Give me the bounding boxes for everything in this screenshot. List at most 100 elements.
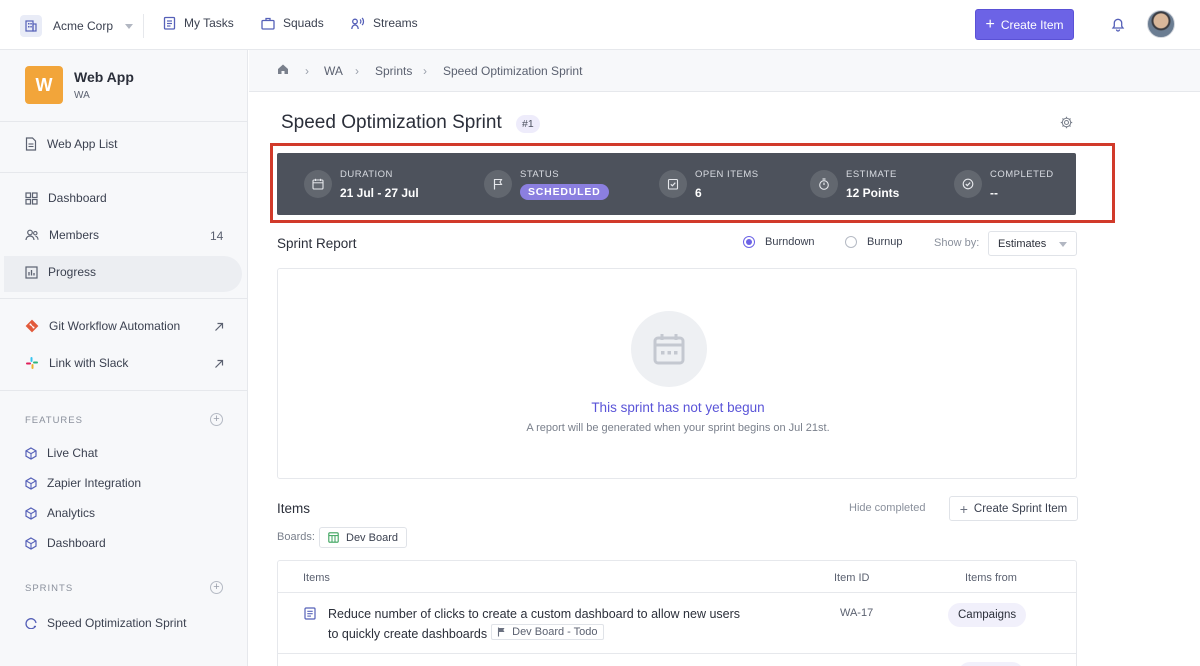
nav-squads-label: Squads xyxy=(283,16,324,30)
stat-completed-value: -- xyxy=(990,185,998,200)
board-filter-chip[interactable]: Dev Board xyxy=(319,527,407,548)
app-name: Web App xyxy=(74,69,134,85)
flag-icon xyxy=(484,170,512,198)
sidebar-item-git-workflow[interactable]: Git Workflow Automation xyxy=(25,316,180,336)
stat-estimate-label: ESTIMATE xyxy=(846,168,897,180)
add-feature-button[interactable]: + xyxy=(210,413,223,426)
items-heading: Items xyxy=(277,501,311,516)
burnup-label: Burnup xyxy=(867,236,903,248)
sprint-number-badge: #1 xyxy=(516,115,540,133)
table-row[interactable]: Reduce number of clicks to create a cust… xyxy=(328,605,748,644)
chevron-right-icon: › xyxy=(355,64,359,78)
org-switcher[interactable]: Acme Corp xyxy=(20,15,134,37)
sidebar-item-feature[interactable]: Live Chat xyxy=(25,443,98,463)
stat-estimate-value: 12 Points xyxy=(846,185,900,200)
nav-streams[interactable]: Streams xyxy=(351,16,418,30)
git-icon xyxy=(25,319,39,333)
hide-completed-toggle[interactable]: Hide completed xyxy=(849,502,925,514)
chevron-right-icon: › xyxy=(305,64,309,78)
user-avatar[interactable] xyxy=(1147,10,1175,38)
nav-my-tasks[interactable]: My Tasks xyxy=(163,16,234,30)
sidebar-item-feature[interactable]: Dashboard xyxy=(25,533,106,553)
burnup-radio[interactable]: Burnup xyxy=(845,236,902,248)
sidebar-item-label: Git Workflow Automation xyxy=(49,319,181,333)
members-count: 14 xyxy=(210,229,224,243)
breadcrumb-project[interactable]: WA xyxy=(324,64,343,78)
sidebar-item-label: Live Chat xyxy=(47,446,98,460)
calendar-icon xyxy=(304,170,332,198)
create-item-button[interactable]: + Create Item xyxy=(975,9,1074,40)
sidebar-item-members[interactable]: Members xyxy=(25,225,99,245)
stat-status-label: STATUS xyxy=(520,168,560,180)
sidebar-item-label: Zapier Integration xyxy=(47,476,142,490)
plus-icon: + xyxy=(959,500,968,517)
check-circle-icon xyxy=(954,170,982,198)
users-icon xyxy=(25,229,39,241)
sprints-heading: SPRINTS xyxy=(25,583,74,594)
sprint-report-panel: This sprint has not yet begun A report w… xyxy=(277,268,1077,479)
items-from-chip xyxy=(958,662,1024,666)
cube-icon xyxy=(25,506,37,520)
show-by-label: Show by: xyxy=(934,237,980,249)
sidebar: W Web App WA Web App List Dashboard Memb… xyxy=(0,50,248,666)
home-icon[interactable] xyxy=(277,63,289,78)
sidebar-divider xyxy=(0,390,248,391)
features-heading: FEATURES xyxy=(25,415,83,426)
nav-squads[interactable]: Squads xyxy=(261,16,324,30)
table-row-divider xyxy=(278,653,1076,654)
app-key: WA xyxy=(74,90,90,101)
main-content: › WA › Sprints › Speed Optimization Spri… xyxy=(249,50,1200,666)
chevron-right-icon: › xyxy=(423,64,427,78)
stat-completed: COMPLETED -- xyxy=(954,153,1054,215)
sidebar-item-label: Web App List xyxy=(47,137,118,151)
top-navbar: Acme Corp My Tasks Squads Streams + Crea… xyxy=(0,0,1200,50)
stat-open-label: OPEN ITEMS xyxy=(695,168,759,180)
create-sprint-item-label: Create Sprint Item xyxy=(973,502,1068,515)
cube-icon xyxy=(25,476,37,490)
flag-icon xyxy=(498,627,505,637)
item-document-icon xyxy=(304,607,316,623)
gear-icon[interactable] xyxy=(1060,116,1073,132)
board-status-label: Dev Board - Todo xyxy=(512,625,598,638)
radio-indicator xyxy=(845,236,857,248)
radio-selected-indicator xyxy=(743,236,755,248)
external-link-icon[interactable] xyxy=(214,357,224,372)
nav-my-tasks-label: My Tasks xyxy=(184,16,234,30)
document-icon xyxy=(25,137,37,151)
notifications-bell-icon[interactable] xyxy=(1111,16,1125,35)
sidebar-item-label: Link with Slack xyxy=(49,356,129,370)
stopwatch-icon xyxy=(810,170,838,198)
items-from-chip[interactable]: Campaigns xyxy=(948,603,1027,627)
plus-icon: + xyxy=(985,15,995,33)
app-logo: W xyxy=(25,66,63,104)
sidebar-item-feature[interactable]: Analytics xyxy=(25,503,95,523)
sidebar-item-feature[interactable]: Zapier Integration xyxy=(25,473,141,493)
sidebar-divider xyxy=(0,172,248,173)
stat-status: STATUS SCHEDULED xyxy=(484,153,609,215)
sidebar-item-label: Speed Optimization Sprint xyxy=(47,616,187,630)
stat-duration-value: 21 Jul - 27 Jul xyxy=(340,185,419,200)
sprint-report-heading: Sprint Report xyxy=(277,236,357,251)
sidebar-item-label: Progress xyxy=(48,265,97,279)
create-sprint-item-button[interactable]: + Create Sprint Item xyxy=(949,496,1078,521)
cube-icon xyxy=(25,536,37,550)
sidebar-item-dashboard[interactable]: Dashboard xyxy=(25,188,107,208)
sidebar-divider xyxy=(0,121,248,122)
show-by-select[interactable]: Estimates xyxy=(988,231,1077,256)
breadcrumb-current: Speed Optimization Sprint xyxy=(443,64,583,78)
show-by-value: Estimates xyxy=(998,237,1047,250)
boards-label: Boards: xyxy=(277,531,315,543)
cube-icon xyxy=(25,446,37,460)
sidebar-item-sprint[interactable]: Speed Optimization Sprint xyxy=(25,613,186,633)
add-sprint-button[interactable]: + xyxy=(210,581,223,594)
burndown-radio[interactable]: Burndown xyxy=(743,236,815,248)
sidebar-item-slack[interactable]: Link with Slack xyxy=(25,353,128,373)
sidebar-item-label: Dashboard xyxy=(48,191,107,205)
sidebar-divider xyxy=(0,298,248,299)
sprint-stats-bar: DURATION 21 Jul - 27 Jul STATUS SCHEDULE… xyxy=(277,153,1076,215)
breadcrumb-sprints[interactable]: Sprints xyxy=(375,64,412,78)
sidebar-item-web-app-list[interactable]: Web App List xyxy=(25,134,118,154)
sidebar-item-progress[interactable]: Progress xyxy=(25,262,96,282)
external-link-icon[interactable] xyxy=(214,320,224,335)
board-status-chip: Dev Board - Todo xyxy=(491,624,604,640)
